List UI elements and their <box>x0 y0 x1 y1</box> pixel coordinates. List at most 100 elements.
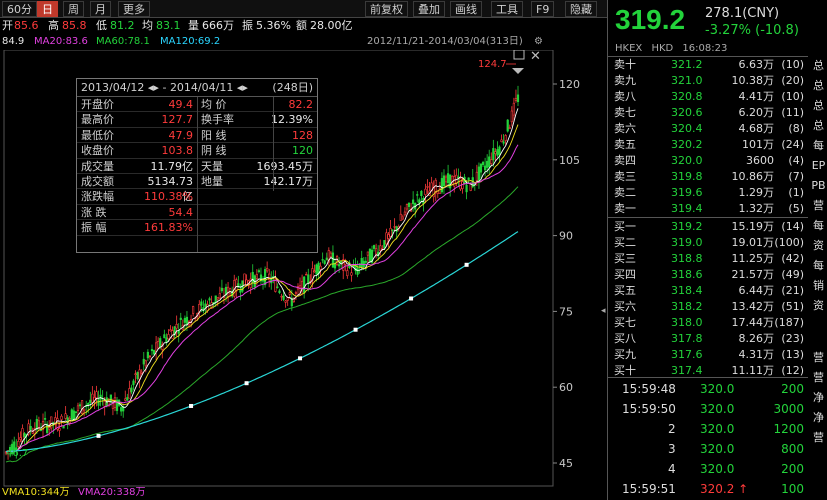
side-metric-tab[interactable]: PB <box>809 176 827 196</box>
candle-body <box>132 380 135 386</box>
sell-order-row[interactable]: 卖五 320.2 101万 (24) <box>608 137 808 153</box>
side-metric-tab[interactable]: 营 <box>809 368 827 388</box>
candle-body <box>179 317 182 320</box>
candle-body <box>506 119 509 132</box>
sell-order-row[interactable]: 卖九 321.0 10.38万 (20) <box>608 73 808 89</box>
candle-body <box>481 161 485 166</box>
candle-body <box>438 187 441 194</box>
period-60min-button[interactable]: 60分 <box>2 1 37 17</box>
candle-body <box>512 102 515 116</box>
buy-order-row[interactable]: 买八 317.8 8.26万 (23) <box>608 331 808 347</box>
side-metric-tab[interactable]: 每 <box>809 216 827 236</box>
tick-vol: 800 <box>781 442 804 456</box>
y-axis-label: 90 <box>559 230 573 243</box>
side-metric-tab[interactable]: 营 <box>809 348 827 368</box>
side-metric-tab[interactable]: 资 <box>809 296 827 316</box>
interval-stat-value: 120 <box>292 144 313 158</box>
candle-body <box>387 234 390 239</box>
sell-order-vol: 4.68万 <box>738 122 775 135</box>
sell-order-cnt: (8) <box>788 122 804 135</box>
side-metric-tab[interactable]: 营 <box>809 196 827 216</box>
side-metric-tab[interactable]: 净 <box>809 408 827 428</box>
sell-order-row[interactable]: 卖十 321.2 6.63万 (10) <box>608 57 808 73</box>
period-day-button[interactable]: 日 <box>37 1 58 17</box>
buy-order-row[interactable]: 买五 318.4 6.44万 (21) <box>608 283 808 299</box>
side-metric-tab[interactable]: 资 <box>809 236 827 256</box>
interval-stat-value: 1693.45万 <box>256 159 314 173</box>
overlay-button[interactable]: 叠加 <box>413 1 445 17</box>
candle-body <box>486 160 489 168</box>
buy-order-row[interactable]: 买二 319.0 19.01万 (100) <box>608 235 808 251</box>
buy-order-vol: 21.57万 <box>731 268 775 281</box>
interval-stat-value: 103.8 <box>161 144 194 158</box>
sell-order-row[interactable]: 卖二 319.6 1.29万 (1) <box>608 185 808 201</box>
candle-body <box>109 394 112 403</box>
candle-body <box>120 407 123 412</box>
sell-order-row[interactable]: 卖八 320.8 4.41万 (10) <box>608 89 808 105</box>
candle-body <box>346 270 349 277</box>
sell-order-row[interactable]: 卖六 320.4 4.68万 (8) <box>608 121 808 137</box>
candle-body <box>307 274 310 284</box>
buy-order-vol: 13.42万 <box>731 300 775 313</box>
candle-body <box>169 329 172 332</box>
candle-body <box>375 248 378 255</box>
candle-body <box>477 166 481 182</box>
quote-panel: 319.2 278.1(CNY) -3.27% (-10.8) HKEX HKD… <box>607 0 827 500</box>
candle-body <box>31 431 34 434</box>
ma-first-value: 84.9 <box>2 36 25 47</box>
candle-body <box>80 400 84 415</box>
buy-order-row[interactable]: 买六 318.2 13.42万 (51) <box>608 299 808 315</box>
candle-body <box>263 269 267 286</box>
interval-start-arrows[interactable]: ◂▸ <box>148 81 163 94</box>
low-price-label: 46.7 <box>6 448 28 459</box>
candle-body <box>83 408 86 412</box>
draw-line-button[interactable]: 画线 <box>450 1 482 17</box>
interval-stat-value: 110.38% <box>144 190 193 204</box>
side-metric-tab[interactable]: 每 <box>809 256 827 276</box>
side-metric-tab[interactable]: 每 <box>809 136 827 156</box>
open-label: 开 <box>2 19 13 32</box>
side-metric-tab[interactable]: 总 <box>809 56 827 76</box>
sell-order-row[interactable]: 卖四 320.0 3600 (4) <box>608 153 808 169</box>
candle-body <box>29 425 32 430</box>
y-axis-label: 105 <box>559 154 580 167</box>
interval-stat-label: 涨跌幅 <box>81 190 114 204</box>
interval-end-arrows[interactable]: ◂▸ <box>237 81 248 94</box>
sell-order-row[interactable]: 卖一 319.4 1.32万 (5) <box>608 201 808 217</box>
candle-body <box>23 433 26 438</box>
buy-order-row[interactable]: 买一 319.2 15.19万 (14) <box>608 219 808 235</box>
period-more-button[interactable]: 更多 <box>118 1 150 17</box>
candle-body <box>338 264 341 267</box>
hide-button[interactable]: 隐藏 <box>565 1 597 17</box>
sell-order-row[interactable]: 卖七 320.6 6.20万 (11) <box>608 105 808 121</box>
side-metric-tab[interactable]: 销 <box>809 276 827 296</box>
buy-order-row[interactable]: 买三 318.8 11.25万 (42) <box>608 251 808 267</box>
side-metric-tab[interactable]: EP <box>809 156 827 176</box>
period-month-button[interactable]: 月 <box>90 1 111 17</box>
buy-order-row[interactable]: 买四 318.6 21.57万 (49) <box>608 267 808 283</box>
last-price: 319.2 <box>615 4 686 35</box>
interval-stat-label: 换手率 <box>201 113 234 127</box>
side-metric-tab[interactable]: 净 <box>809 388 827 408</box>
side-metric-tab[interactable]: 营 <box>809 428 827 448</box>
interval-stat-label: 开盘价 <box>81 98 114 111</box>
sell-order-row[interactable]: 卖三 319.8 10.86万 (7) <box>608 169 808 185</box>
buy-order-row[interactable]: 买七 318.0 17.44万 (187) <box>608 315 808 331</box>
candle-body <box>500 139 503 143</box>
high-value: 85.8 <box>62 19 87 32</box>
candle-body <box>300 280 304 290</box>
period-week-button[interactable]: 周 <box>63 1 84 17</box>
side-metric-tab[interactable]: 总 <box>809 76 827 96</box>
candle-body <box>401 216 404 220</box>
side-metric-tab[interactable]: 总 <box>809 116 827 136</box>
settings-icon[interactable]: ⚙ <box>534 35 543 49</box>
buy-order-price: 317.8 <box>671 332 703 345</box>
candle-body <box>243 273 246 286</box>
adjust-button[interactable]: 前复权 <box>365 1 408 17</box>
candle-body <box>214 295 217 303</box>
f9-button[interactable]: F9 <box>531 1 555 17</box>
candle-body <box>510 110 513 123</box>
side-metric-tab[interactable]: 总 <box>809 96 827 116</box>
tools-button[interactable]: 工具 <box>491 1 523 17</box>
buy-order-row[interactable]: 买九 317.6 4.31万 (13) <box>608 347 808 363</box>
